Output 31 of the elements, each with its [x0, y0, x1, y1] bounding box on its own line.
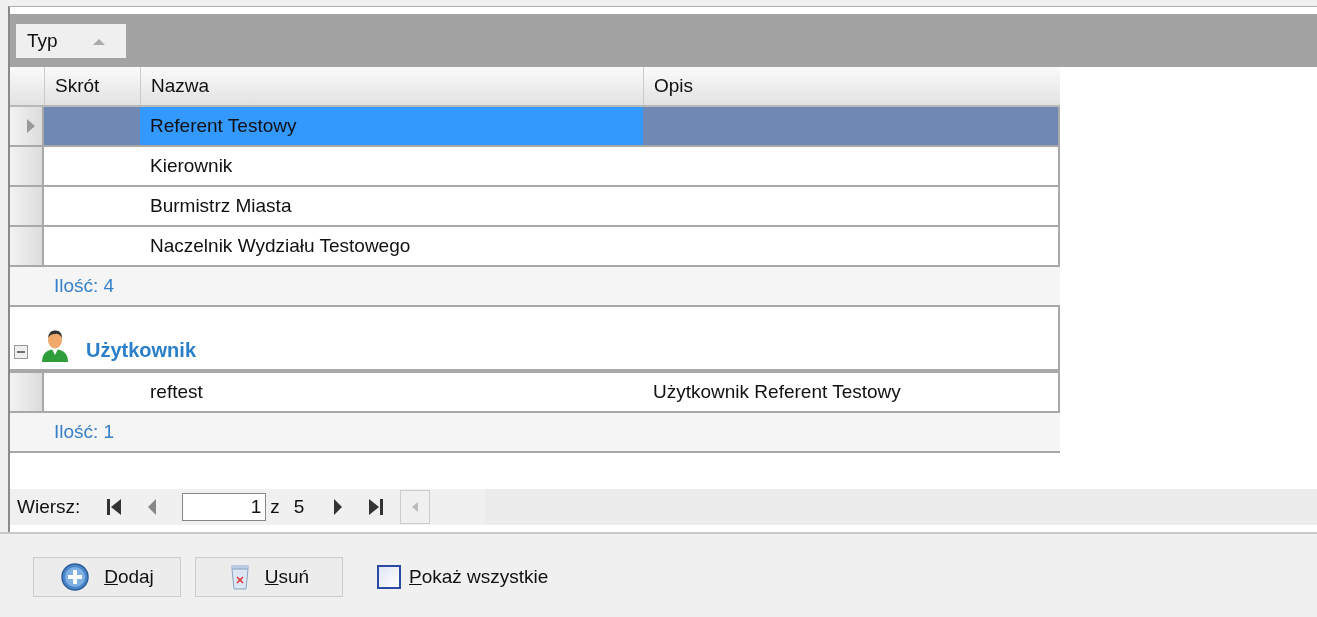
delete-button[interactable]: Usuń: [195, 556, 343, 597]
page-total: 5: [293, 496, 305, 518]
user-icon: [40, 328, 70, 362]
page-input[interactable]: 1: [182, 493, 267, 521]
group-chip[interactable]: Typ: [16, 23, 126, 58]
table-cell: reftest: [150, 381, 203, 403]
add-button[interactable]: Dodaj: [33, 556, 181, 597]
table-row[interactable]: Burmistrz Miasta: [10, 187, 1060, 227]
group-summary: Ilość: 1: [54, 421, 115, 443]
column-header[interactable]: Opis: [643, 67, 1060, 105]
left-arrow-icon: [410, 500, 421, 514]
group-title: Użytkownik: [86, 339, 197, 362]
navigator-label: Wiersz:: [17, 496, 81, 518]
table-row[interactable]: Referent Testowy: [10, 107, 1060, 147]
table-cell: Naczelnik Wydziału Testowego: [150, 235, 411, 257]
page-of-label: z: [270, 496, 280, 518]
table-row[interactable]: Kierownik: [10, 147, 1060, 187]
column-header[interactable]: Nazwa: [140, 67, 643, 105]
table-cell: Kierownik: [150, 155, 233, 177]
group-summary: Ilość: 4: [54, 275, 115, 297]
current-row-icon: [27, 119, 35, 133]
column-header[interactable]: Skrót: [44, 67, 140, 105]
plus-icon: [60, 561, 91, 592]
table-row[interactable]: reftest Użytkownik Referent Testowy: [10, 373, 1060, 413]
show-all-checkbox[interactable]: Pokaż wszystkie: [377, 564, 549, 589]
table-row[interactable]: Naczelnik Wydziału Testowego: [10, 227, 1060, 267]
table-cell: Referent Testowy: [150, 115, 297, 137]
table-cell: Burmistrz Miasta: [150, 195, 292, 217]
trash-icon: [228, 562, 251, 591]
table-cell: Użytkownik Referent Testowy: [653, 381, 901, 403]
collapse-button[interactable]: [14, 345, 28, 359]
